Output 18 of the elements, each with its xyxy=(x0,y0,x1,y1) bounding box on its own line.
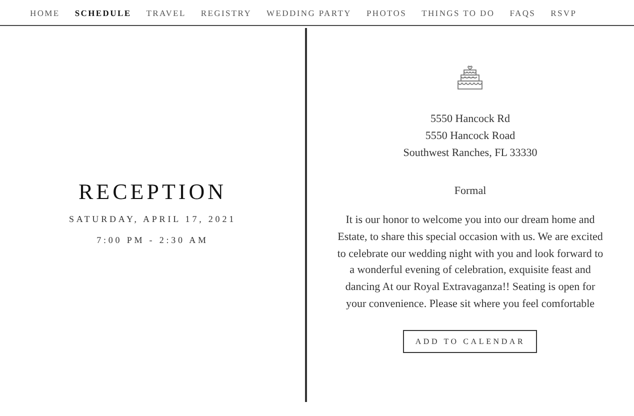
event-date: SATURDAY, APRIL 17, 2021 xyxy=(68,213,236,226)
nav-link[interactable]: TRAVEL xyxy=(146,7,186,19)
address-line: 5550 Hancock Rd xyxy=(430,112,510,127)
add-to-calendar-button[interactable]: ADD TO CALENDAR xyxy=(403,330,538,353)
attire-label: Formal xyxy=(454,184,486,199)
nav-link[interactable]: THINGS TO DO xyxy=(422,7,495,19)
nav-link[interactable]: WEDDING PARTY xyxy=(266,7,352,19)
nav-link[interactable]: PHOTOS xyxy=(366,7,407,19)
nav-link[interactable]: HOME xyxy=(30,7,60,19)
nav-link[interactable]: RSVP xyxy=(550,7,577,19)
nav-link[interactable]: SCHEDULE xyxy=(74,7,132,19)
event-title: RECEPTION xyxy=(78,179,226,205)
nav-link[interactable]: FAQS xyxy=(510,7,536,19)
address-line: Southwest Ranches, FL 33330 xyxy=(403,146,538,161)
event-time: 7:00 PM - 2:30 AM xyxy=(96,234,208,247)
nav-link[interactable]: REGISTRY xyxy=(200,7,252,19)
event-description: It is our honor to welcome you into our dream home and Estate, to share this special occasion with us. We are excited to celebrate our wedding night with you and look forward to a wonderful evening of celebration, exquisite feast and dancing At our Royal Extravaganza!! Seating is open for your convenience. Please sit where you feel comfortable xyxy=(336,213,604,312)
address-line: 5550 Hancock Road xyxy=(425,129,516,144)
